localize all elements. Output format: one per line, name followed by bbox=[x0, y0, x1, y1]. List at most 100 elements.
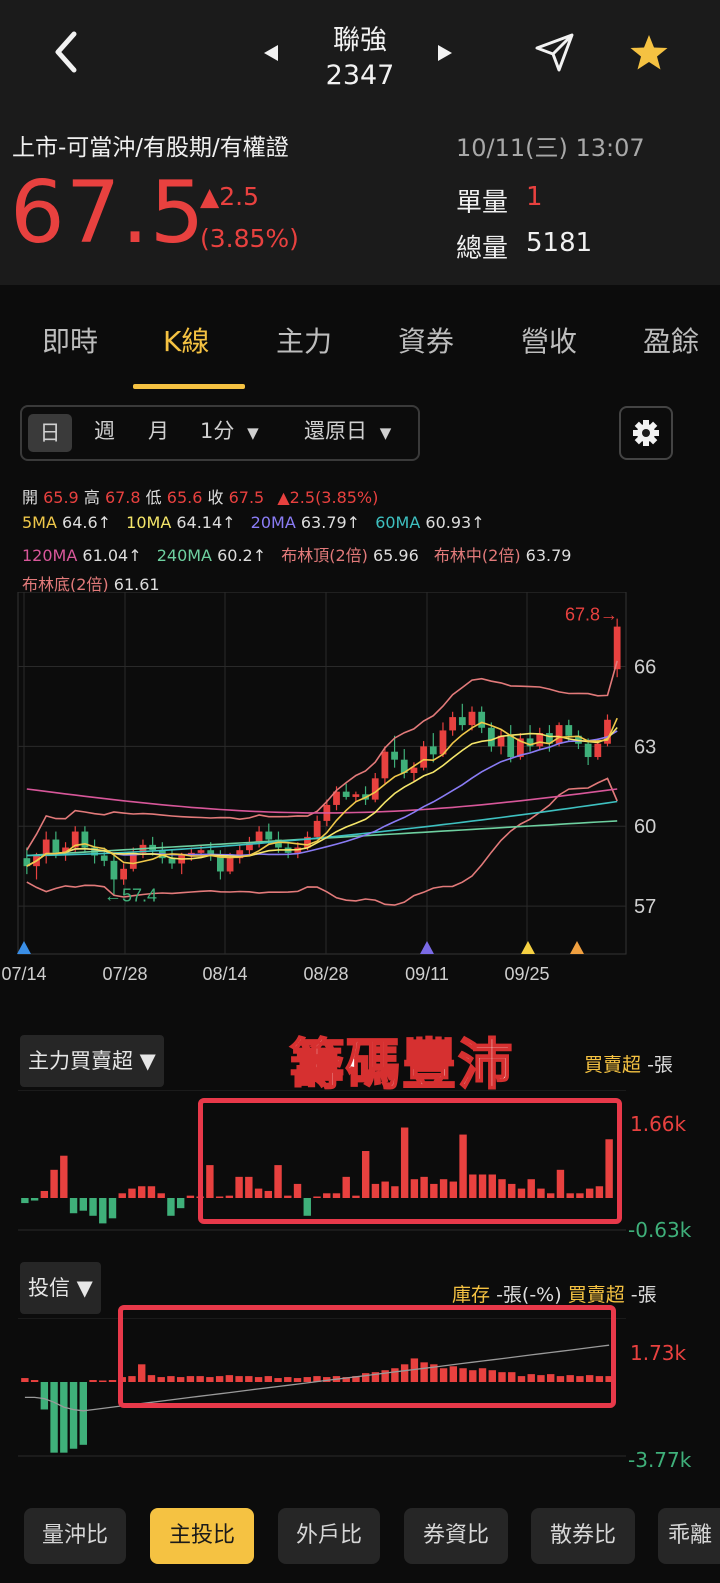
panel1-min: -0.63k bbox=[628, 1218, 692, 1242]
bar bbox=[99, 1380, 107, 1382]
tab-realtime[interactable]: 即時 bbox=[42, 320, 98, 360]
high-label: 高 bbox=[83, 488, 100, 507]
bar bbox=[157, 1193, 165, 1198]
bar bbox=[167, 1198, 175, 1216]
chart-settings-button[interactable] bbox=[619, 406, 673, 460]
ohlc-line: 開 65.9 高 67.8 低 65.6 收 67.5 ▲2.5(3.85%) bbox=[22, 484, 378, 508]
close-label: 收 bbox=[207, 488, 224, 507]
indicator-tab-short-margin-ratio[interactable]: 券資比 bbox=[404, 1508, 508, 1564]
candle-body bbox=[120, 868, 127, 880]
candle-body bbox=[226, 858, 234, 872]
candle-body bbox=[391, 751, 398, 760]
panel1-legend: 買賣超 -張 bbox=[584, 1050, 673, 1077]
candle-body bbox=[342, 791, 350, 797]
main-tabs: 即時 K線 主力 資券 營收 盈餘 bbox=[0, 320, 720, 390]
bar bbox=[186, 1195, 195, 1198]
bar bbox=[69, 1198, 78, 1214]
kline-chart[interactable]: 07/14 07/28 08/14 08/28 09/11 09/25 57 60 63 66 67… bbox=[0, 592, 720, 992]
indicator-tab-foreign-ratio[interactable]: 外戶比 bbox=[278, 1508, 380, 1564]
high-value: 67.8 bbox=[104, 488, 141, 507]
boll-top-label: 布林頂(2倍) bbox=[281, 546, 368, 565]
stock-name: 聯強 bbox=[333, 25, 387, 56]
indicator-tab-deviation[interactable]: 乖離 bbox=[658, 1508, 720, 1564]
stock-code: 2347 bbox=[325, 60, 395, 91]
bar bbox=[21, 1378, 29, 1382]
bar bbox=[50, 1169, 58, 1198]
candle-body bbox=[449, 717, 457, 731]
ma-line-2: 120MA 61.04↑ 240MA 60.2↑ 布林頂(2倍) 65.96 布… bbox=[22, 542, 571, 566]
candle-body bbox=[468, 711, 476, 726]
candle-body bbox=[594, 743, 602, 758]
investment-trust-selector[interactable]: 投信 ▼ bbox=[20, 1262, 101, 1314]
minute-label: 1分 bbox=[200, 419, 235, 443]
bar bbox=[176, 1198, 185, 1209]
boll-mid-label: 布林中(2倍) bbox=[433, 546, 521, 565]
bar bbox=[21, 1198, 29, 1204]
panel1-max: 1.66k bbox=[630, 1112, 687, 1136]
period-day-button[interactable]: 日 bbox=[28, 414, 72, 452]
x-tick-label: 09/11 bbox=[405, 964, 449, 984]
indicator-tab-volume-day-ratio[interactable]: 量沖比 bbox=[24, 1508, 126, 1564]
investment-trust-selector-label: 投信 ▼ bbox=[28, 1276, 93, 1300]
ma10-line bbox=[26, 726, 618, 867]
tab-earnings[interactable]: 盈餘 bbox=[643, 320, 699, 360]
candle-body bbox=[487, 727, 495, 747]
ma20-label: 20MA bbox=[250, 513, 296, 532]
indicator-tab-main-invest-ratio[interactable]: 主投比 bbox=[150, 1508, 254, 1564]
active-tab-indicator bbox=[133, 384, 245, 389]
signal-triangle-icon bbox=[420, 941, 434, 954]
ma5-value: 64.6↑ bbox=[62, 513, 112, 532]
total-volume-value: 5181 bbox=[526, 228, 593, 258]
bar bbox=[50, 1382, 58, 1453]
indicator-tab-retail-short-ratio[interactable]: 散券比 bbox=[531, 1508, 635, 1564]
stock-tags: 上市-可當沖/有股期/有權證 bbox=[12, 135, 289, 161]
ma240-value: 60.2↑ bbox=[217, 546, 267, 565]
y-tick-label: 66 bbox=[634, 657, 656, 679]
bar bbox=[30, 1198, 39, 1201]
period-month-button[interactable]: 月 bbox=[148, 415, 169, 445]
gear-icon bbox=[633, 420, 659, 446]
candle-body bbox=[255, 831, 263, 843]
bar bbox=[89, 1198, 97, 1216]
x-tick-label: 08/28 bbox=[303, 964, 348, 984]
send-icon[interactable] bbox=[532, 30, 578, 74]
boll-top-value: 65.96 bbox=[372, 546, 419, 565]
bar bbox=[40, 1382, 49, 1410]
candle-body bbox=[52, 839, 60, 853]
ma60-label: 60MA bbox=[375, 513, 421, 532]
period-week-button[interactable]: 週 bbox=[94, 415, 115, 445]
tab-margin[interactable]: 資券 bbox=[398, 320, 454, 360]
tab-revenue[interactable]: 營收 bbox=[521, 320, 577, 360]
period-minute-dropdown[interactable]: 1分 ▼ bbox=[200, 415, 259, 445]
tab-major-players[interactable]: 主力 bbox=[276, 320, 332, 360]
signal-triangle-icon bbox=[570, 941, 584, 954]
bar bbox=[147, 1186, 156, 1198]
panel2-legend-inv-unit: -張(-%) bbox=[496, 1284, 562, 1306]
chevron-down-icon: ▼ bbox=[247, 424, 259, 442]
ma240-label: 240MA bbox=[156, 546, 212, 565]
open-value: 65.9 bbox=[43, 488, 79, 507]
total-volume-label: 總量 bbox=[456, 234, 509, 264]
bar bbox=[60, 1155, 68, 1198]
price-change: ▲2.5 bbox=[200, 182, 259, 211]
tab-kline[interactable]: K線 bbox=[163, 320, 209, 360]
major-players-selector[interactable]: 主力買賣超 ▼ bbox=[20, 1035, 164, 1087]
next-stock-icon[interactable] bbox=[434, 42, 456, 64]
signal-triangle-icon bbox=[521, 941, 535, 954]
highlight-box bbox=[118, 1305, 616, 1408]
restore-dropdown[interactable]: 還原日 ▼ bbox=[304, 415, 391, 445]
unit-volume-label: 單量 bbox=[456, 188, 509, 218]
bar bbox=[40, 1190, 49, 1198]
quote-datetime: 10/11(三) 13:07 bbox=[456, 134, 645, 162]
panel2-legend: 庫存 -張(-%) 買賣超 -張 bbox=[452, 1280, 657, 1307]
y-tick-label: 57 bbox=[634, 896, 656, 918]
x-tick-label: 07/28 bbox=[102, 964, 147, 984]
bar bbox=[69, 1382, 78, 1449]
candle-body bbox=[555, 725, 563, 744]
ma10-value: 64.14↑ bbox=[176, 513, 236, 532]
bar bbox=[138, 1186, 146, 1198]
panel2-min: -3.77k bbox=[628, 1448, 692, 1472]
favorite-star-icon[interactable] bbox=[628, 32, 670, 74]
panel1-legend-label: 買賣超 bbox=[584, 1054, 642, 1076]
highlight-box bbox=[198, 1098, 622, 1224]
